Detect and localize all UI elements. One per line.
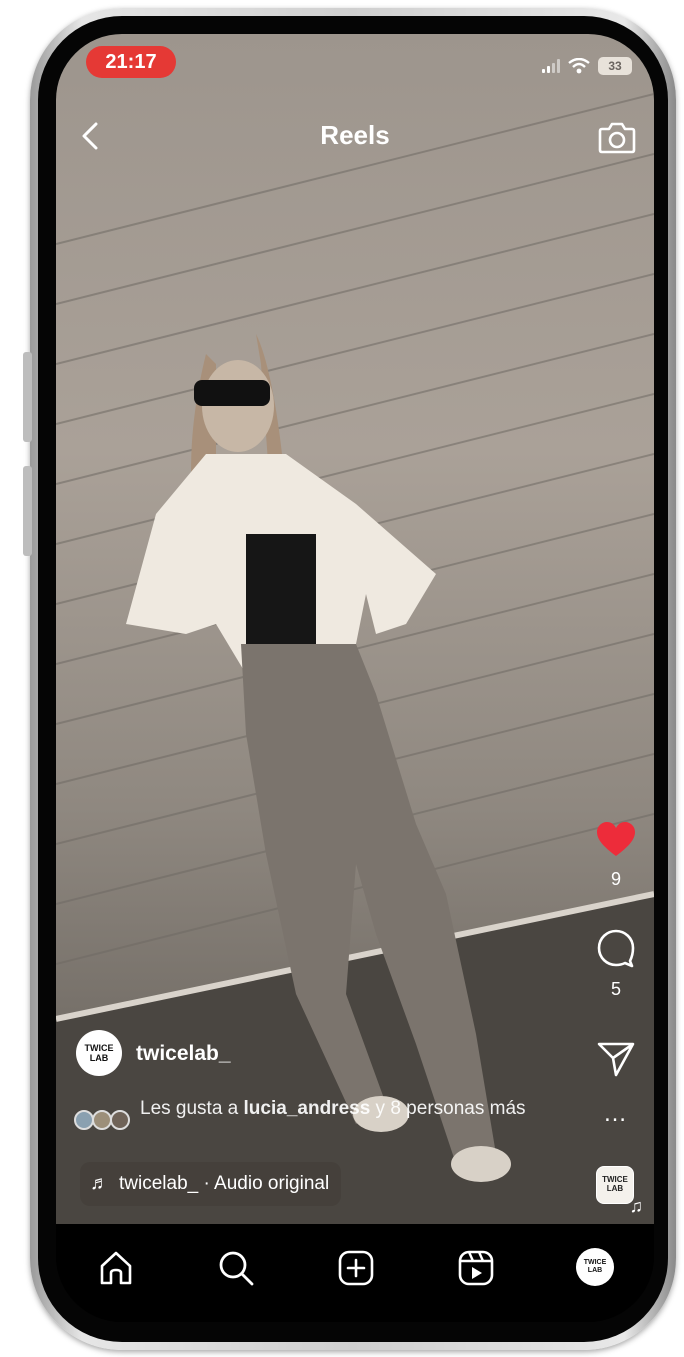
liker-avatar <box>74 1110 94 1130</box>
audio-thumb-line2: LAB <box>606 1184 624 1193</box>
comment-button[interactable]: 5 <box>594 928 638 1000</box>
profile-avatar-text-2: LAB <box>587 1267 603 1274</box>
liker-avatar <box>92 1110 112 1130</box>
status-icons: 33 <box>542 56 632 76</box>
page-title: Reels <box>320 120 390 150</box>
create-post-icon[interactable] <box>336 1248 376 1288</box>
audio-thumb-line1: TWICE <box>602 1175 628 1184</box>
comment-icon <box>597 929 635 968</box>
camera-icon[interactable] <box>598 120 636 154</box>
volume-up-button <box>23 352 32 442</box>
profile-tab-avatar[interactable]: TWICE LAB <box>576 1248 614 1286</box>
wifi-icon <box>568 58 590 74</box>
music-note-icon: ♫ <box>629 1196 644 1216</box>
status-time: 21:17 <box>86 46 176 78</box>
reels-icon[interactable] <box>456 1248 496 1288</box>
battery-indicator: 33 <box>598 57 632 75</box>
liked-by-text: Les gusta a lucia_andress y 8 personas m… <box>140 1098 526 1119</box>
audio-thumbnail[interactable]: TWICE LAB ♫ <box>596 1166 643 1215</box>
like-button[interactable]: 9 <box>594 822 638 890</box>
audio-bar[interactable]: ♬ twicelab_ · Audio original <box>80 1162 342 1206</box>
liker-avatar <box>110 1110 130 1130</box>
profile-avatar-text-1: TWICE <box>583 1259 607 1266</box>
share-button[interactable] <box>594 1040 638 1083</box>
liked-by-user[interactable]: lucia_andress <box>244 1098 371 1119</box>
avatar-text-2: LAB <box>89 1053 109 1063</box>
avatar-text-1: TWICE <box>84 1043 114 1053</box>
username[interactable]: twicelab_ <box>136 1042 231 1066</box>
screen: 21:17 33 Reels 9 5 … TWICE LAB ♫ TWICE L… <box>56 34 654 1322</box>
audio-label: twicelab_ · Audio original <box>119 1173 330 1194</box>
signal-icon <box>542 59 560 73</box>
heart-filled-icon <box>597 822 635 856</box>
send-icon <box>597 1042 635 1077</box>
search-icon[interactable] <box>216 1248 256 1288</box>
bottom-tab-bar: TWICE LAB <box>56 1224 654 1322</box>
liked-by[interactable]: Les gusta a lucia_andress y 8 personas m… <box>74 1098 544 1130</box>
home-icon[interactable] <box>96 1248 136 1288</box>
avatar[interactable]: TWICE LAB <box>76 1030 122 1076</box>
more-options-button[interactable]: … <box>594 1102 638 1126</box>
like-count: 9 <box>610 869 621 889</box>
music-note-icon: ♬ <box>90 1173 109 1194</box>
volume-down-button <box>23 466 32 556</box>
liker-avatars <box>74 1110 134 1130</box>
comment-count: 5 <box>610 979 621 999</box>
